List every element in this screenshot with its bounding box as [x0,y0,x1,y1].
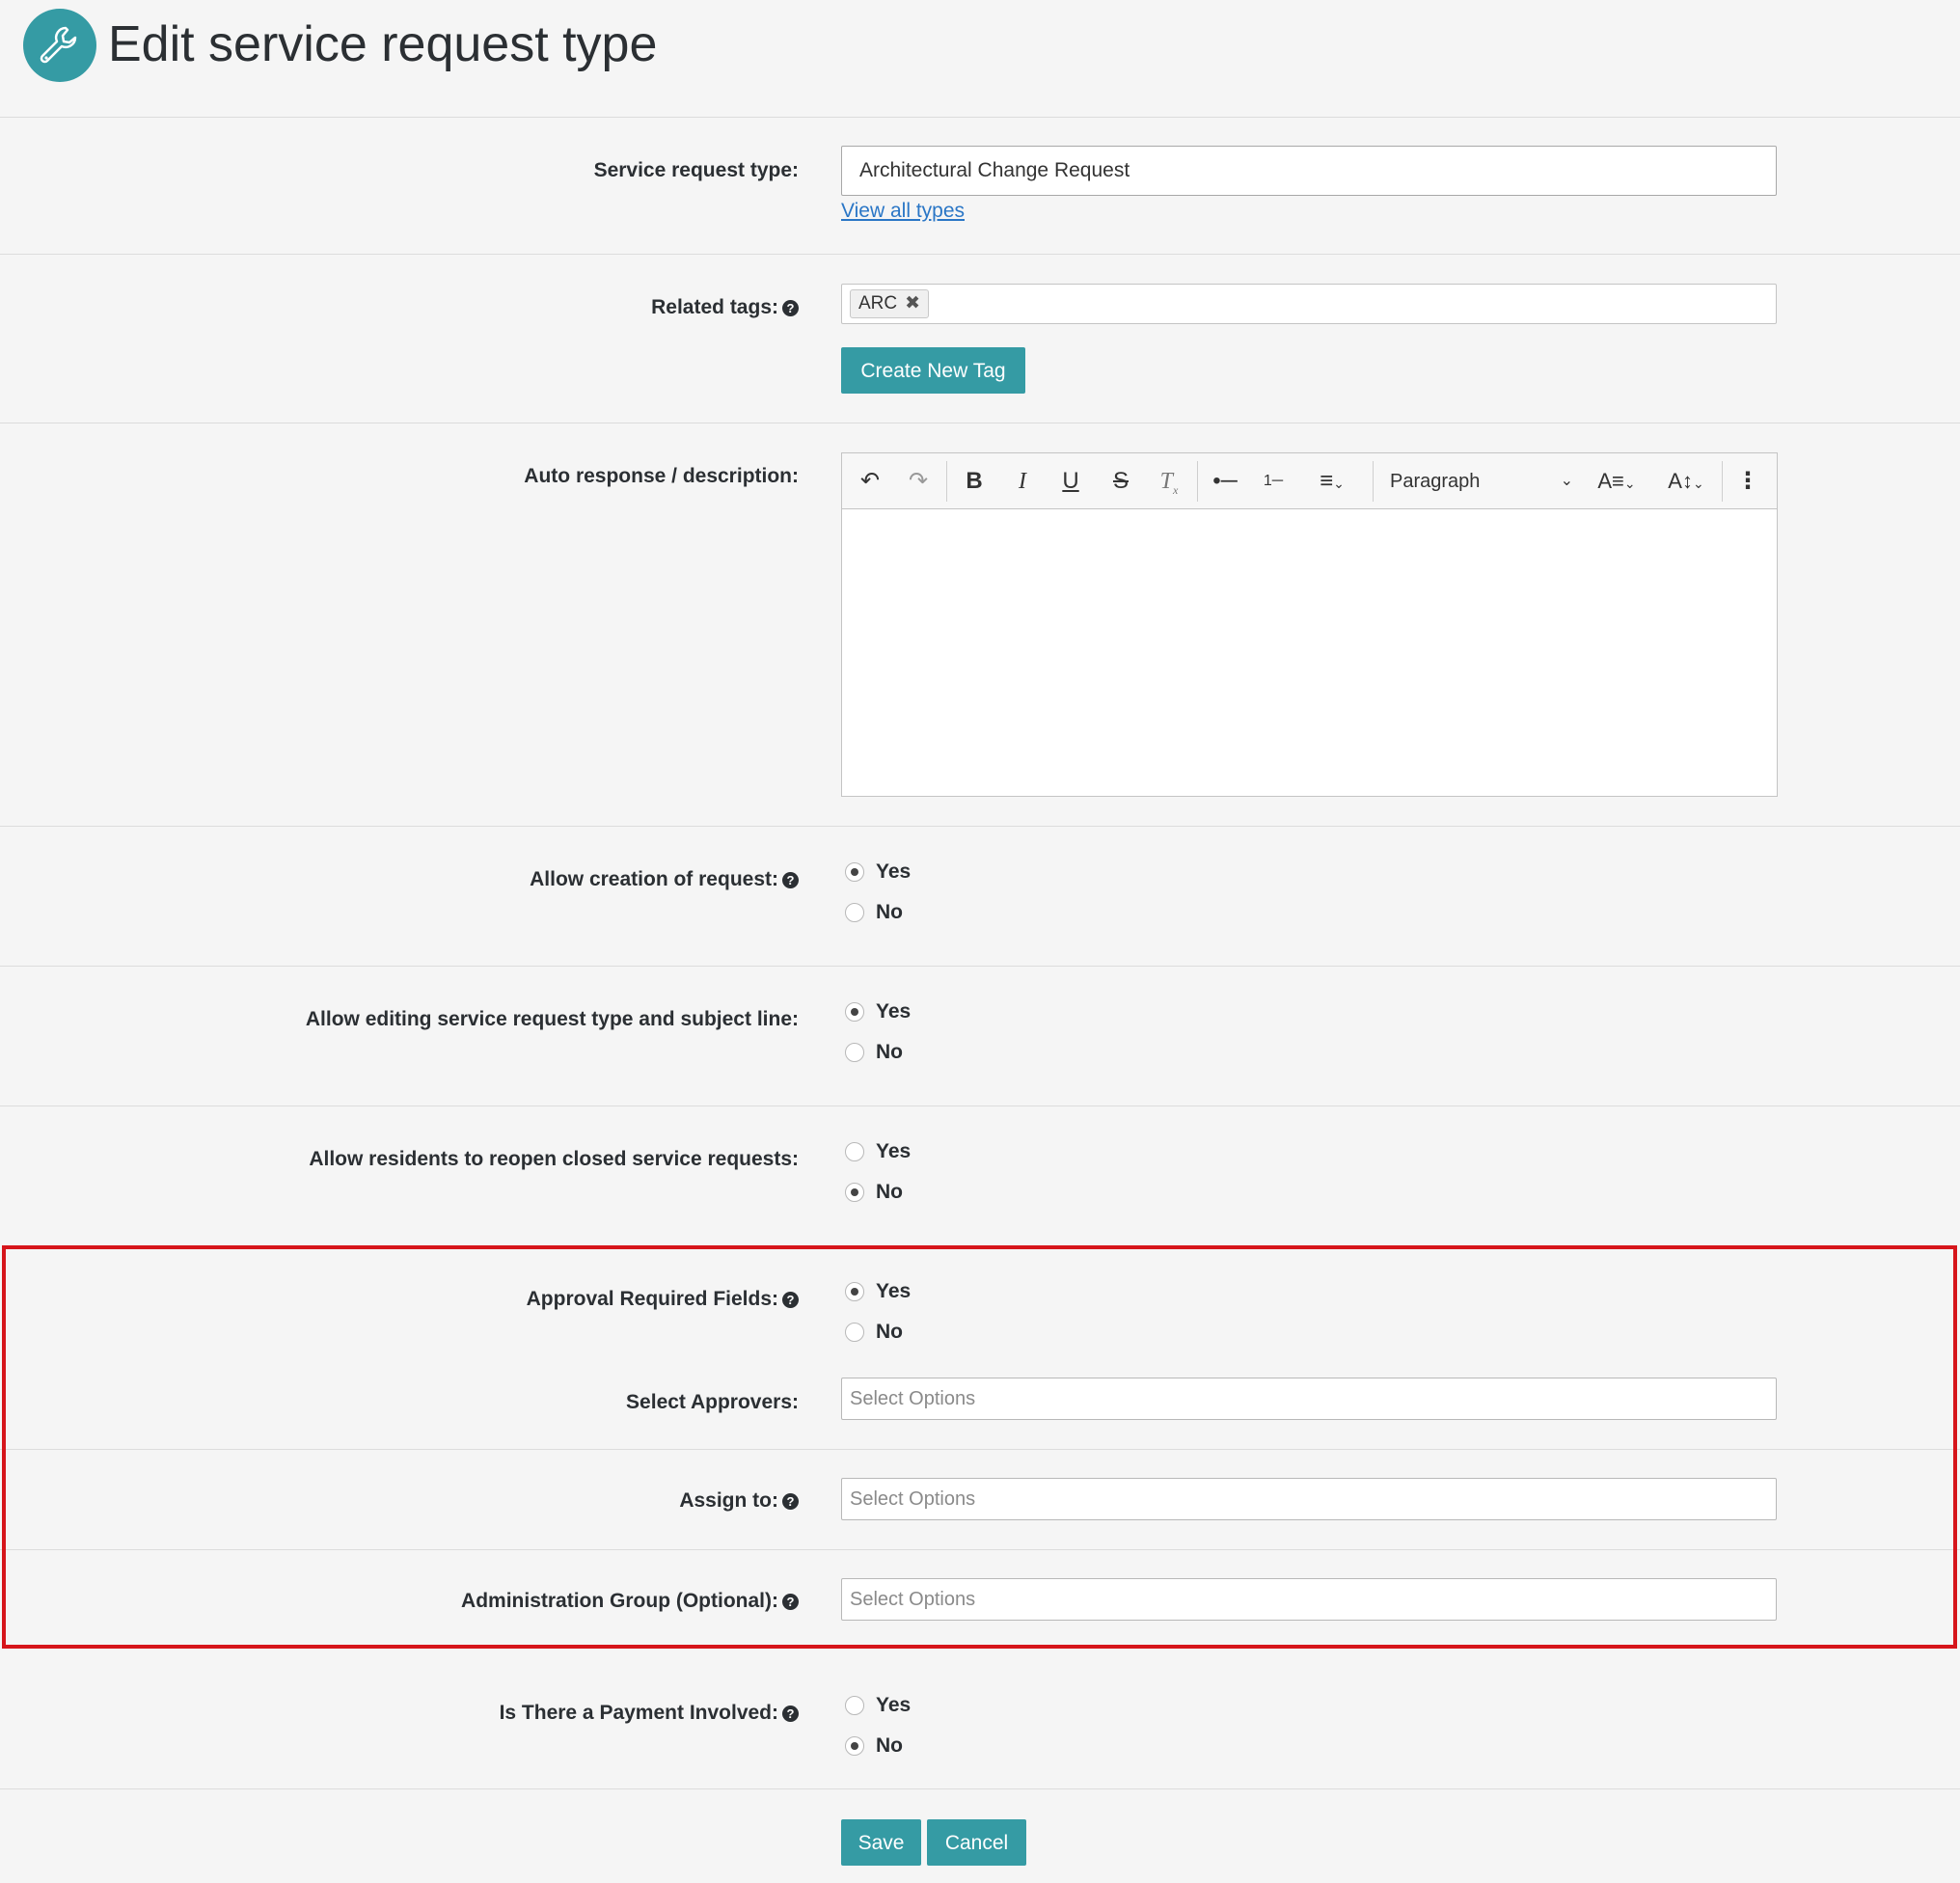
wrench-icon [23,9,96,82]
help-icon[interactable]: ? [782,300,799,316]
radio-button[interactable] [845,1282,864,1301]
help-icon[interactable]: ? [782,1292,799,1308]
strikethrough-icon[interactable]: S [1104,466,1137,497]
allow-creation-row: Allow creation of request:? Yes No [0,827,1960,967]
approval-row: Approval Required Fields:? Yes No Select… [0,1246,1960,1450]
create-new-tag-button[interactable]: Create New Tag [841,347,1025,394]
admin-group-label: Administration Group (Optional):? [461,1589,799,1614]
bulleted-list-icon[interactable]: •─ [1209,466,1241,497]
numbered-list-icon[interactable]: 1─ [1257,466,1290,497]
page-title: Edit service request type [108,16,658,72]
allow-reopen-row: Allow residents to reopen closed service… [309,1140,912,1203]
allow-editing-label: Allow editing service request type and s… [305,1008,799,1030]
save-button[interactable]: Save [841,1819,921,1866]
align-icon[interactable]: ≡⌄ [1307,466,1357,497]
related-tags-label: Related tags:? [651,295,799,320]
allow-reopen-label: Allow residents to reopen closed service… [309,1148,799,1170]
select-approvers-input[interactable]: Select Options [841,1378,1777,1420]
radio-button[interactable] [845,1002,864,1022]
radio-button[interactable] [845,1142,864,1161]
allow-editing-row: Allow editing service request type and s… [0,967,1960,1106]
help-icon[interactable]: ? [782,1594,799,1610]
radio-button[interactable] [845,1323,864,1342]
cancel-button[interactable]: Cancel [927,1819,1026,1866]
tag-chip: ARC ✖ [850,289,930,318]
service-type-row: Service request type: Architectural Chan… [0,118,1960,255]
related-tags-row: Related tags:? ARC ✖ Create New Tag [0,255,1960,423]
radio-button[interactable] [845,903,864,922]
service-type-input[interactable]: Architectural Change Request [841,146,1777,196]
toolbar-separator [1197,461,1198,502]
remove-tag-icon[interactable]: ✖ [905,293,920,314]
bold-icon[interactable]: B [958,466,991,497]
admin-group-row: Administration Group (Optional):? Select… [0,1550,1960,1651]
underline-icon[interactable]: U [1054,466,1087,497]
help-icon[interactable]: ? [782,1493,799,1510]
service-type-label: Service request type: [593,159,799,181]
radio-button[interactable] [845,862,864,882]
radio-button[interactable] [845,1183,864,1202]
line-height-icon[interactable]: A↕⌄ [1658,466,1714,497]
radio-button[interactable] [845,1696,864,1715]
description-label: Auto response / description: [524,465,799,487]
italic-icon[interactable]: I [1006,466,1039,497]
assign-to-row: Assign to:? Select Options [0,1450,1960,1550]
select-approvers-label: Select Approvers: [626,1391,799,1413]
radio-button[interactable] [845,1043,864,1062]
paragraph-dropdown[interactable]: Paragraph ⌄ [1390,466,1573,497]
assign-to-label: Assign to:? [679,1488,799,1514]
description-row: Auto response / description: ↶ ↷ B I U S… [0,423,1960,827]
toolbar-separator [1722,461,1723,502]
assign-to-input[interactable]: Select Options [841,1478,1777,1520]
editor-toolbar: ↶ ↷ B I U S Tx •─ 1─ ≡⌄ Paragraph ⌄ A≡⌄ … [842,453,1777,509]
more-options-icon[interactable]: ⋮ [1731,466,1764,497]
chevron-down-icon: ⌄ [1560,473,1573,489]
radio-button[interactable] [845,1736,864,1756]
editor-content-area[interactable] [842,509,1777,796]
page-header: Edit service request type [0,0,1960,118]
tags-input[interactable]: ARC ✖ [841,284,1777,324]
toolbar-separator [1373,461,1374,502]
payment-label: Is There a Payment Involved:? [500,1701,799,1726]
font-size-icon[interactable]: A≡⌄ [1591,466,1643,497]
form-actions: Save Cancel [0,1789,1960,1883]
help-icon[interactable]: ? [782,1706,799,1722]
rich-text-editor: ↶ ↷ B I U S Tx •─ 1─ ≡⌄ Paragraph ⌄ A≡⌄ … [841,452,1778,797]
approval-required-label: Approval Required Fields:? [527,1287,799,1312]
clear-formatting-icon[interactable]: Tx [1153,466,1185,497]
view-all-types-link[interactable]: View all types [841,199,965,224]
allow-creation-label: Allow creation of request:? [530,867,799,892]
admin-group-input[interactable]: Select Options [841,1578,1777,1621]
redo-icon[interactable]: ↷ [902,466,935,497]
payment-row: Is There a Payment Involved:? Yes No [0,1651,1960,1789]
help-icon[interactable]: ? [782,872,799,888]
undo-icon[interactable]: ↶ [854,466,886,497]
toolbar-separator [946,461,947,502]
